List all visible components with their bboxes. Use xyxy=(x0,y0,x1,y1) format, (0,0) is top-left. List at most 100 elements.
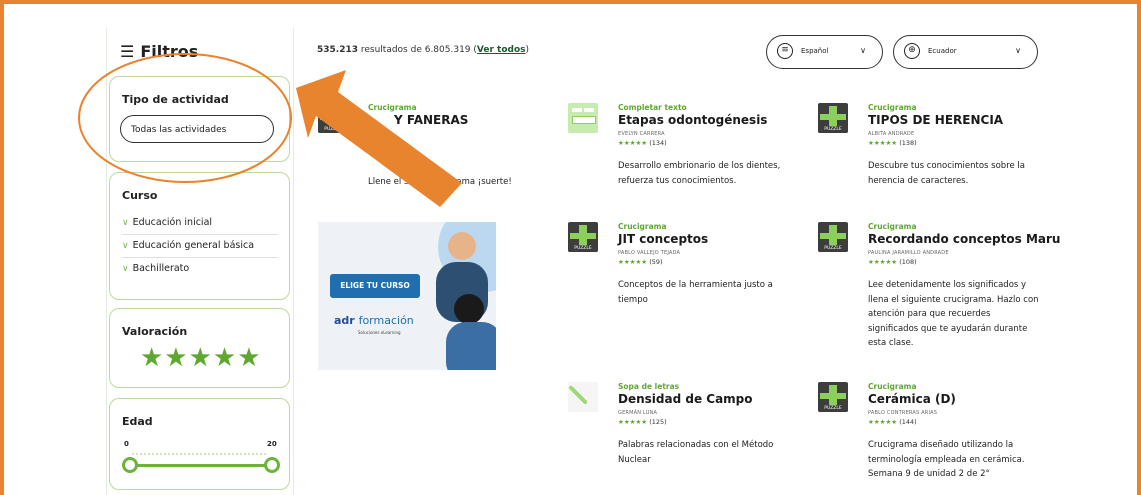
card-rating: ★★★★★ (144) xyxy=(868,418,917,426)
age-heading: Edad xyxy=(122,415,153,428)
age-range-ticks xyxy=(132,453,266,457)
card-rating: ★★★★★ xyxy=(368,139,397,147)
card-description: Desarrollo embrionario de los dientes, r… xyxy=(618,161,781,186)
annotation-frame-right xyxy=(1137,0,1141,495)
course-heading: Curso xyxy=(122,189,158,202)
card-author: ALBITA ANDRADE xyxy=(868,131,915,137)
card-description: Lee detenidamente los significados y lle… xyxy=(868,280,1039,348)
card-description: Llene el sig... crucigrama ¡suerte! xyxy=(368,177,512,187)
language-dropdown[interactable]: ≡ Español ∨ xyxy=(766,35,883,69)
activity-type-select[interactable]: Todas las actividades xyxy=(120,115,274,143)
card-type: Crucigrama xyxy=(868,103,917,112)
rating-panel: Valoración ★★★★★ xyxy=(109,308,290,388)
crossword-puzzle-icon: PUZZLE xyxy=(318,103,348,133)
course-item-label: Educación inicial xyxy=(132,217,213,228)
ad-tagline: Soluciones eLearning xyxy=(358,330,401,335)
course-panel: Curso ∨ Educación inicial ∨ Educación gene… xyxy=(109,172,290,300)
age-panel: Edad 0 20 xyxy=(109,398,290,490)
card-rating: ★★★★★ (134) xyxy=(618,139,667,147)
ad-person2-body xyxy=(446,322,496,370)
course-item-educacion-general-basica[interactable]: ∨ Educación general básica xyxy=(122,240,278,258)
rating-stars-filter[interactable]: ★★★★★ xyxy=(140,343,262,373)
chevron-down-icon: ∨ xyxy=(122,218,129,228)
card-author: EVELYN CARRERA xyxy=(618,131,665,137)
card-author: PAULINA JARAMILLO ANDRADE xyxy=(868,250,949,256)
card-type: Crucigrama xyxy=(868,222,917,231)
card-rating-count: (108) xyxy=(899,258,917,266)
course-item-educacion-inicial[interactable]: ∨ Educación inicial xyxy=(122,217,278,235)
filters-heading: ☰ Filtros xyxy=(120,42,198,61)
card-title[interactable]: TIPOS DE HERENCIA xyxy=(868,113,1003,127)
card-rating-count: (138) xyxy=(899,139,917,147)
crossword-puzzle-icon: PUZZLE xyxy=(818,222,848,252)
age-max-handle[interactable] xyxy=(264,457,280,473)
card-type: Completar texto xyxy=(618,103,687,112)
card-rating-count: (144) xyxy=(899,418,917,426)
ad-person2-hair xyxy=(454,294,484,324)
card-stars: ★★★★★ xyxy=(618,418,648,426)
word-search-icon xyxy=(568,382,598,412)
card-description: Conceptos de la herramienta justo a tiem… xyxy=(618,280,773,305)
card-title[interactable]: JIT conceptos xyxy=(618,232,708,246)
card-description: Crucigrama diseñado utilizando la termin… xyxy=(868,440,1025,479)
card-type: Sopa de letras xyxy=(618,382,680,391)
card-stars: ★★★★★ xyxy=(868,139,898,147)
chevron-down-icon: ∨ xyxy=(1015,46,1021,55)
card-description: Palabras relacionadas con el Método Nucl… xyxy=(618,440,774,465)
card-rating-count: (59) xyxy=(649,258,663,266)
results-text-end: ) xyxy=(525,45,530,55)
course-item-label: Educación general básica xyxy=(132,240,255,251)
card-author: PABLO CONTRERAS ARIAS xyxy=(868,410,938,416)
ad-person-head xyxy=(448,232,476,260)
results-text: resultados de 6.805.319 ( xyxy=(358,45,477,55)
card-title[interactable]: Etapas odontogénesis xyxy=(618,113,767,127)
course-item-bachillerato[interactable]: ∨ Bachillerato xyxy=(122,263,278,280)
chevron-down-icon: ∨ xyxy=(860,46,866,55)
card-title[interactable]: Densidad de Campo xyxy=(618,392,753,406)
annotation-frame-left xyxy=(0,0,4,495)
card-stars: ★★★★★ xyxy=(868,418,898,426)
annotation-frame-top xyxy=(0,0,1141,4)
card-rating-count: (125) xyxy=(649,418,667,426)
card-stars: ★★★★★ xyxy=(618,139,648,147)
filters-title-text: Filtros xyxy=(140,42,199,61)
crossword-puzzle-icon: PUZZLE xyxy=(818,103,848,133)
age-min-handle[interactable] xyxy=(122,457,138,473)
chevron-down-icon: ∨ xyxy=(122,241,129,251)
language-bubble-icon: ≡ xyxy=(777,43,793,59)
card-rating: ★★★★★ (59) xyxy=(618,258,663,266)
country-dropdown[interactable]: ⊕ Ecuador ∨ xyxy=(893,35,1038,69)
age-max-label: 20 xyxy=(267,440,277,448)
crossword-puzzle-icon: PUZZLE xyxy=(568,222,598,252)
card-rating-count: (134) xyxy=(649,139,667,147)
see-all-link[interactable]: Ver todos xyxy=(477,45,526,55)
card-rating: ★★★★★ (138) xyxy=(868,139,917,147)
ad-banner[interactable]: ELIGE TU CURSO adr formación Soluciones … xyxy=(318,222,496,370)
chevron-down-icon: ∨ xyxy=(122,264,129,274)
card-title[interactable]: Cerámica (D) xyxy=(868,392,956,406)
crossword-puzzle-icon: PUZZLE xyxy=(818,382,848,412)
card-stars: ★★★★★ xyxy=(368,139,398,147)
globe-icon: ⊕ xyxy=(904,43,920,59)
age-range-track[interactable] xyxy=(128,464,270,467)
activity-type-panel: Tipo de actividad Todas las actividades xyxy=(109,76,290,162)
course-item-label: Bachillerato xyxy=(132,263,190,274)
rating-heading: Valoración xyxy=(122,325,188,338)
card-stars: ★★★★★ xyxy=(618,258,648,266)
card-title[interactable]: Recordando conceptos Maru xyxy=(868,232,1060,246)
ad-brand-b: formación xyxy=(358,314,414,327)
results-number: 535.213 xyxy=(317,45,358,55)
ad-cta-button[interactable]: ELIGE TU CURSO xyxy=(330,274,420,298)
card-author: PABLO VALLEJO TEJADA xyxy=(618,250,681,256)
card-rating: ★★★★★ (125) xyxy=(618,418,667,426)
results-count: 535.213 resultados de 6.805.319 (Ver tod… xyxy=(317,45,529,55)
country-value: Ecuador xyxy=(928,47,957,55)
card-stars: ★★★★★ xyxy=(868,258,898,266)
card-type: Crucigrama xyxy=(368,103,417,112)
age-min-label: 0 xyxy=(124,440,129,448)
card-type: Crucigrama xyxy=(618,222,667,231)
activity-type-heading: Tipo de actividad xyxy=(122,93,229,106)
fill-text-icon xyxy=(568,103,598,133)
card-rating: ★★★★★ (108) xyxy=(868,258,917,266)
card-title[interactable]: Y FANERAS xyxy=(394,113,468,127)
